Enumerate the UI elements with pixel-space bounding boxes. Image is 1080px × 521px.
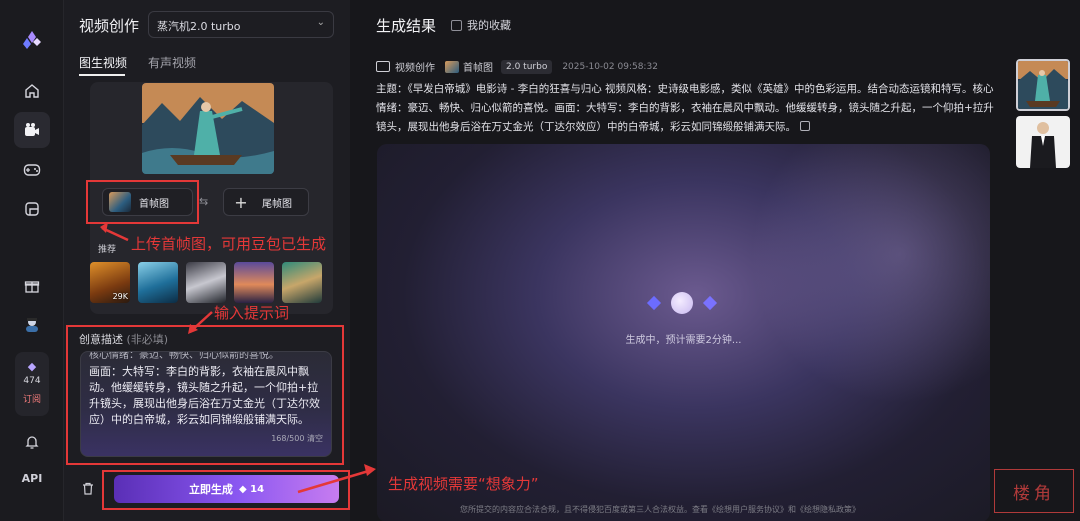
annotation-generate-hint: 生成视频需要“想象力” bbox=[388, 475, 539, 493]
subscription-count: 474 bbox=[23, 376, 41, 386]
subscription-label: 订阅 bbox=[22, 395, 41, 405]
favorites-label: 我的收藏 bbox=[467, 19, 511, 32]
trash-icon[interactable] bbox=[78, 478, 98, 498]
annotation-upload-hint: 上传首帧图，可用豆包已生成 bbox=[131, 235, 327, 253]
results-title: 生成结果 bbox=[376, 17, 437, 35]
favorites-checkbox[interactable] bbox=[451, 19, 462, 31]
chevron-down-icon: ⌄ bbox=[316, 17, 325, 28]
diamond-icon bbox=[646, 295, 662, 311]
result-prompt: 主题：《早发白帝城》电影诗 - 李白的狂喜与归心 视频风格：史诗级电影感，类似《… bbox=[376, 80, 1002, 137]
meta-type: 视频创作 bbox=[395, 63, 435, 74]
loading-indicator bbox=[646, 292, 718, 314]
favorites-toggle[interactable]: 我的收藏 bbox=[451, 17, 511, 33]
meta-mode: 首帧图 bbox=[463, 63, 493, 74]
app-logo-icon[interactable] bbox=[14, 22, 50, 58]
bell-icon[interactable] bbox=[14, 424, 50, 460]
stage-glow bbox=[750, 144, 990, 404]
tab-image-to-video[interactable]: 图生视频 bbox=[79, 54, 127, 71]
last-frame-button[interactable]: + 尾帧图 bbox=[223, 188, 309, 216]
panel-title: 视频创作 bbox=[79, 17, 140, 35]
plus-icon: + bbox=[234, 192, 248, 212]
recommend-thumb[interactable] bbox=[186, 262, 226, 303]
history-strip bbox=[1005, 0, 1080, 521]
video-create-icon[interactable] bbox=[14, 112, 50, 148]
avatar[interactable] bbox=[14, 306, 50, 342]
icon-rail: ◆ 474 订阅 API bbox=[0, 0, 64, 521]
annotation-prompt-hint: 输入提示词 bbox=[214, 304, 290, 322]
result-meta: 视频创作 首帧图 2.0 turbo 2025-10-02 09:58:32 bbox=[376, 59, 658, 74]
model-select[interactable]: 蒸汽机2.0 turbo ⌄ bbox=[148, 11, 334, 38]
loading-orb bbox=[671, 292, 693, 314]
last-frame-label: 尾帧图 bbox=[262, 198, 292, 210]
model-badge: 2.0 turbo bbox=[501, 59, 553, 74]
swap-frames-icon[interactable]: ⇆ bbox=[199, 195, 208, 208]
result-prompt-text: 主题：《早发白帝城》电影诗 - 李白的狂喜与归心 视频风格：史诗级电影感，类似《… bbox=[376, 83, 994, 133]
results-area: 生成结果 我的收藏 视频创作 首帧图 2.0 turbo 2025-10-02 … bbox=[350, 0, 1005, 521]
copy-icon[interactable] bbox=[800, 121, 810, 131]
diamond-icon bbox=[702, 295, 718, 311]
video-icon bbox=[376, 61, 390, 72]
recommend-count: 29K bbox=[112, 292, 128, 301]
folder-icon[interactable] bbox=[14, 191, 50, 227]
watermark-stamp: 楼角 bbox=[994, 469, 1074, 513]
recommend-thumb[interactable] bbox=[234, 262, 274, 303]
meta-timestamp: 2025-10-02 09:58:32 bbox=[562, 61, 658, 72]
meta-image-thumb bbox=[445, 60, 459, 73]
recommend-label: 推荐 bbox=[98, 245, 117, 255]
history-thumb[interactable] bbox=[1016, 59, 1070, 111]
history-thumb[interactable] bbox=[1016, 116, 1070, 168]
annotation-box-first-frame bbox=[86, 180, 199, 224]
active-tab-indicator bbox=[79, 74, 125, 76]
annotation-box-generate bbox=[102, 470, 350, 510]
first-frame-preview[interactable] bbox=[142, 83, 274, 174]
model-select-value: 蒸汽机2.0 turbo bbox=[157, 20, 241, 33]
video-stage: 生成中，预计需要2分钟... bbox=[377, 144, 990, 521]
gift-icon[interactable] bbox=[14, 268, 50, 304]
recommend-thumb[interactable] bbox=[138, 262, 178, 303]
subscription-widget[interactable]: ◆ 474 订阅 bbox=[15, 352, 49, 416]
recommend-thumb[interactable]: 29K bbox=[90, 262, 130, 303]
legal-footer: 您所提交的内容应合法合规，且不得侵犯百度或第三人合法权益。查看《绘想用户服务协议… bbox=[460, 505, 860, 514]
recommend-thumb[interactable] bbox=[282, 262, 322, 303]
tab-audio-video[interactable]: 有声视频 bbox=[148, 54, 196, 71]
generating-text: 生成中，预计需要2分钟... bbox=[625, 335, 742, 346]
diamond-icon: ◆ bbox=[27, 360, 37, 373]
game-controller-icon[interactable] bbox=[14, 152, 50, 188]
home-icon[interactable] bbox=[14, 73, 50, 109]
api-link[interactable]: API bbox=[0, 472, 64, 485]
annotation-box-prompt bbox=[66, 325, 344, 465]
